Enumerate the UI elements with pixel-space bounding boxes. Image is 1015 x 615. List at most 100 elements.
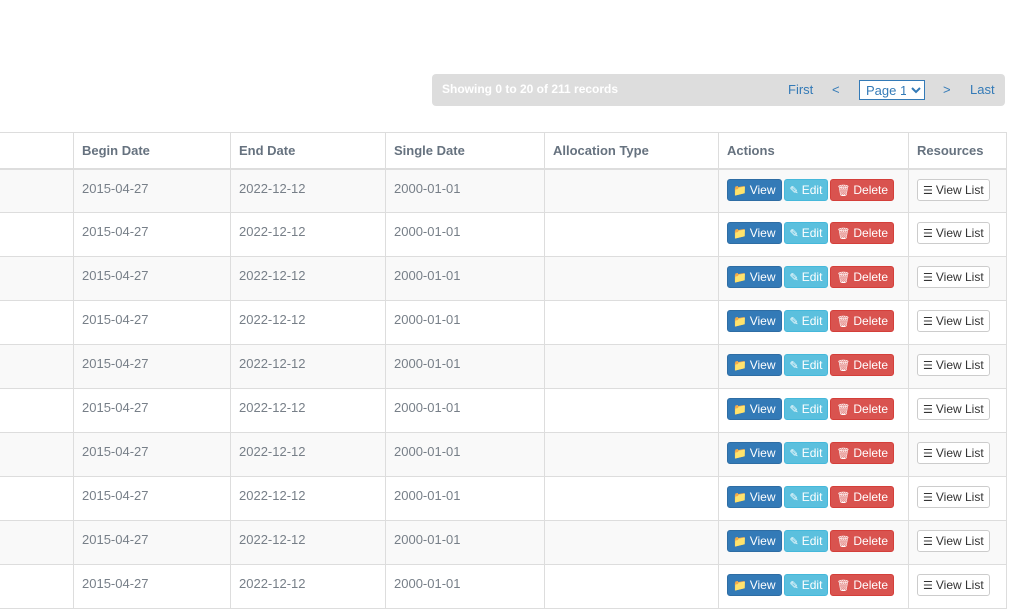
view-list-button[interactable]: ☰ View List bbox=[917, 354, 990, 376]
table-row: 2015-04-27 2022-12-12 2000-01-01 📁 View ✎ E… bbox=[0, 344, 1007, 389]
single-date-cell: 2000-01-01 bbox=[385, 432, 545, 477]
list-icon: ☰ bbox=[923, 360, 933, 372]
view-list-button[interactable]: ☰ View List bbox=[917, 178, 990, 201]
delete-button[interactable]: 🗑 Delete bbox=[830, 486, 895, 508]
edit-button[interactable]: ✎ Edit bbox=[783, 442, 829, 464]
allocation-type-cell bbox=[544, 476, 719, 521]
view-button[interactable]: 📁 View bbox=[727, 354, 782, 376]
trash-icon: 🗑 bbox=[836, 228, 851, 240]
delete-button[interactable]: 🗑 Delete bbox=[830, 310, 895, 332]
trash-icon: 🗑 bbox=[836, 492, 851, 504]
edit-button[interactable]: ✎ Edit bbox=[783, 222, 829, 244]
actions-cell: 📁 View ✎ Edit 🗑 Delete bbox=[718, 432, 909, 477]
end-date-cell: 2022-12-12 bbox=[230, 432, 386, 477]
table-row: 2015-04-27 2022-12-12 2000-01-01 📁 View ✎ E… bbox=[0, 432, 1007, 477]
view-button[interactable]: 📁 View bbox=[727, 398, 782, 420]
list-icon: ☰ bbox=[923, 448, 933, 460]
trash-icon: 🗑 bbox=[836, 360, 851, 372]
view-button[interactable]: 📁 View bbox=[727, 442, 782, 464]
view-list-button[interactable]: ☰ View List bbox=[917, 266, 990, 288]
pagination-bar: Showing 0 to 20 of 211 records First < P… bbox=[432, 74, 1005, 106]
view-label: View bbox=[749, 578, 776, 592]
edit-button[interactable]: ✎ Edit bbox=[783, 574, 829, 596]
view-list-button[interactable]: ☰ View List bbox=[917, 574, 990, 596]
view-list-button[interactable]: ☰ View List bbox=[917, 310, 990, 332]
single-date-cell: 2000-01-01 bbox=[385, 476, 545, 521]
folder-icon: 📁 bbox=[733, 580, 747, 592]
trash-icon: 🗑 bbox=[836, 404, 851, 416]
actions-cell: 📁 View ✎ Edit 🗑 Delete bbox=[718, 388, 909, 433]
column-header-begin-date[interactable]: Begin Date bbox=[73, 132, 231, 170]
view-button[interactable]: 📁 View bbox=[727, 178, 782, 201]
allocation-type-cell bbox=[544, 256, 719, 301]
column-header-allocation-type[interactable]: Allocation Type bbox=[544, 132, 719, 170]
delete-button[interactable]: 🗑 Delete bbox=[830, 354, 895, 376]
view-list-button[interactable]: ☰ View List bbox=[917, 442, 990, 464]
view-label: View bbox=[749, 226, 776, 240]
delete-label: Delete bbox=[853, 446, 889, 460]
edit-button[interactable]: ✎ Edit bbox=[783, 398, 829, 420]
column-header-single-date[interactable]: Single Date bbox=[385, 132, 545, 170]
end-date-cell: 2022-12-12 bbox=[230, 388, 386, 433]
delete-label: Delete bbox=[853, 490, 889, 504]
end-date-cell: 2022-12-12 bbox=[230, 300, 386, 345]
list-icon: ☰ bbox=[923, 184, 933, 197]
last-page-link[interactable]: Last bbox=[970, 82, 995, 97]
allocation-type-cell bbox=[544, 432, 719, 477]
begin-date-cell: 2015-04-27 bbox=[73, 476, 231, 521]
view-button[interactable]: 📁 View bbox=[727, 222, 782, 244]
view-list-button[interactable]: ☰ View List bbox=[917, 530, 990, 552]
table-row: 2015-04-27 2022-12-12 2000-01-01 📁 View ✎ E… bbox=[0, 168, 1007, 213]
next-page-link[interactable]: > bbox=[943, 82, 951, 97]
end-date-cell: 2022-12-12 bbox=[230, 344, 386, 389]
delete-button[interactable]: 🗑 Delete bbox=[830, 530, 895, 552]
column-header-resources: Resources bbox=[908, 132, 1007, 170]
edit-button[interactable]: ✎ Edit bbox=[783, 354, 829, 376]
actions-cell: 📁 View ✎ Edit 🗑 Delete bbox=[718, 212, 909, 257]
begin-date-cell: 2015-04-27 bbox=[73, 520, 231, 565]
delete-button[interactable]: 🗑 Delete bbox=[830, 574, 895, 596]
view-list-label: View List bbox=[935, 578, 984, 592]
begin-date-cell: 2015-04-27 bbox=[73, 256, 231, 301]
row-cell-first bbox=[0, 300, 74, 345]
delete-label: Delete bbox=[853, 578, 889, 592]
pencil-icon: ✎ bbox=[789, 272, 799, 284]
begin-date-cell: 2015-04-27 bbox=[73, 300, 231, 345]
folder-icon: 📁 bbox=[733, 316, 747, 328]
view-list-button[interactable]: ☰ View List bbox=[917, 486, 990, 508]
view-list-button[interactable]: ☰ View List bbox=[917, 398, 990, 420]
delete-button[interactable]: 🗑 Delete bbox=[830, 266, 895, 288]
view-button[interactable]: 📁 View bbox=[727, 266, 782, 288]
page-select[interactable]: Page 1 bbox=[859, 80, 925, 100]
end-date-cell: 2022-12-12 bbox=[230, 564, 386, 609]
single-date-cell: 2000-01-01 bbox=[385, 344, 545, 389]
view-button[interactable]: 📁 View bbox=[727, 310, 782, 332]
edit-button[interactable]: ✎ Edit bbox=[783, 310, 829, 332]
edit-button[interactable]: ✎ Edit bbox=[783, 266, 829, 288]
delete-button[interactable]: 🗑 Delete bbox=[830, 398, 895, 420]
resources-cell: ☰ View List bbox=[908, 344, 1007, 389]
allocation-type-cell bbox=[544, 300, 719, 345]
edit-button[interactable]: ✎ Edit bbox=[783, 178, 829, 201]
delete-button[interactable]: 🗑 Delete bbox=[830, 178, 895, 201]
folder-icon: 📁 bbox=[733, 360, 747, 372]
first-page-link[interactable]: First bbox=[788, 82, 813, 97]
view-button[interactable]: 📁 View bbox=[727, 574, 782, 596]
prev-page-link[interactable]: < bbox=[832, 82, 840, 97]
view-button[interactable]: 📁 View bbox=[727, 486, 782, 508]
edit-button[interactable]: ✎ Edit bbox=[783, 486, 829, 508]
allocation-type-cell bbox=[544, 520, 719, 565]
delete-button[interactable]: 🗑 Delete bbox=[830, 222, 895, 244]
view-list-button[interactable]: ☰ View List bbox=[917, 222, 990, 244]
actions-cell: 📁 View ✎ Edit 🗑 Delete bbox=[718, 168, 909, 213]
table-row: 2015-04-27 2022-12-12 2000-01-01 📁 View ✎ E… bbox=[0, 300, 1007, 345]
view-button[interactable]: 📁 View bbox=[727, 530, 782, 552]
trash-icon: 🗑 bbox=[836, 272, 851, 284]
resources-cell: ☰ View List bbox=[908, 520, 1007, 565]
delete-button[interactable]: 🗑 Delete bbox=[830, 442, 895, 464]
folder-icon: 📁 bbox=[733, 228, 747, 240]
edit-button[interactable]: ✎ Edit bbox=[783, 530, 829, 552]
column-header-end-date[interactable]: End Date bbox=[230, 132, 386, 170]
end-date-cell: 2022-12-12 bbox=[230, 212, 386, 257]
folder-icon: 📁 bbox=[733, 492, 747, 504]
